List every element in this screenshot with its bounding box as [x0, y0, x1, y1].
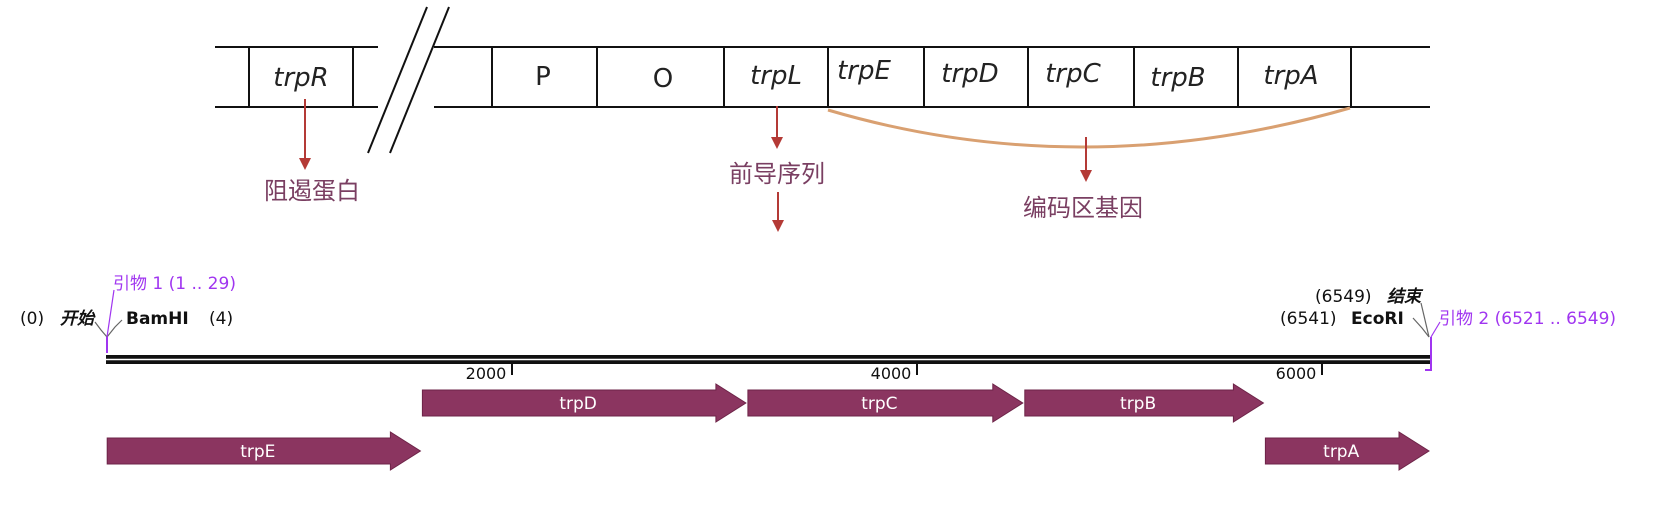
primer1-label: 引物 1 (1 .. 29) — [113, 274, 236, 294]
cell-label-trpB: trpB — [1150, 63, 1205, 93]
cell-label-trpR: trpR — [273, 63, 328, 93]
coding-arrow-head — [1080, 170, 1092, 182]
tick-label-2000: 2000 — [466, 364, 507, 383]
cell-label-P: P — [535, 62, 551, 92]
start-label: 开始 — [60, 309, 96, 329]
gene-arrows: trpE trpD trpC trpB trpA — [106, 383, 1430, 471]
operon-annotations: 阻遏蛋白 前导序列 编码区基因 — [264, 99, 1351, 232]
leader-label: 前导序列 — [729, 160, 825, 188]
start-position: (0) — [20, 309, 44, 329]
gene-label-trpD: trpD — [559, 394, 597, 414]
ecori-position: (6541) — [1280, 309, 1337, 329]
coding-region-bracket — [827, 106, 1351, 149]
primer2-label: 引物 2 (6521 .. 6549) — [1439, 309, 1616, 329]
gene-label-trpC: trpC — [861, 394, 897, 414]
trp-operon-diagram: trpR P O trpL trpE trpD trpC trpB trpA 阻… — [20, 6, 1616, 471]
break-gap — [378, 40, 434, 114]
cell-label-O: O — [653, 64, 673, 94]
cell-label-trpC: trpC — [1045, 59, 1101, 89]
cell-label-trpL: trpL — [750, 61, 802, 91]
repressor-label: 阻遏蛋白 — [264, 177, 360, 205]
cell-label-trpA: trpA — [1263, 61, 1318, 91]
cell-label-trpD: trpD — [941, 59, 998, 89]
tick-label-4000: 4000 — [871, 364, 912, 383]
sequence-map: (0) 开始 BamHI (4) 引物 1 (1 .. 29) (6549) 结… — [20, 274, 1616, 471]
gene-label-trpA: trpA — [1323, 442, 1359, 462]
end-label: 结束 — [1387, 287, 1424, 307]
end-position: (6549) — [1315, 287, 1372, 307]
ecori-label: EcoRI — [1351, 309, 1404, 329]
leader-arrow-head — [771, 137, 783, 149]
repressor-arrow-head — [299, 158, 311, 170]
bamhi-position: (4) — [209, 309, 233, 329]
scale-ticks: 2000 4000 6000 — [466, 364, 1323, 383]
cell-label-trpE: trpE — [837, 56, 891, 86]
coding-label: 编码区基因 — [1023, 194, 1143, 222]
bamhi-label: BamHI — [126, 309, 189, 329]
start-leader-line — [94, 321, 108, 338]
gene-label-trpB: trpB — [1120, 394, 1156, 414]
gene-label-trpE: trpE — [240, 442, 275, 462]
leader-arrow2-head — [772, 220, 784, 232]
tick-label-6000: 6000 — [1276, 364, 1317, 383]
